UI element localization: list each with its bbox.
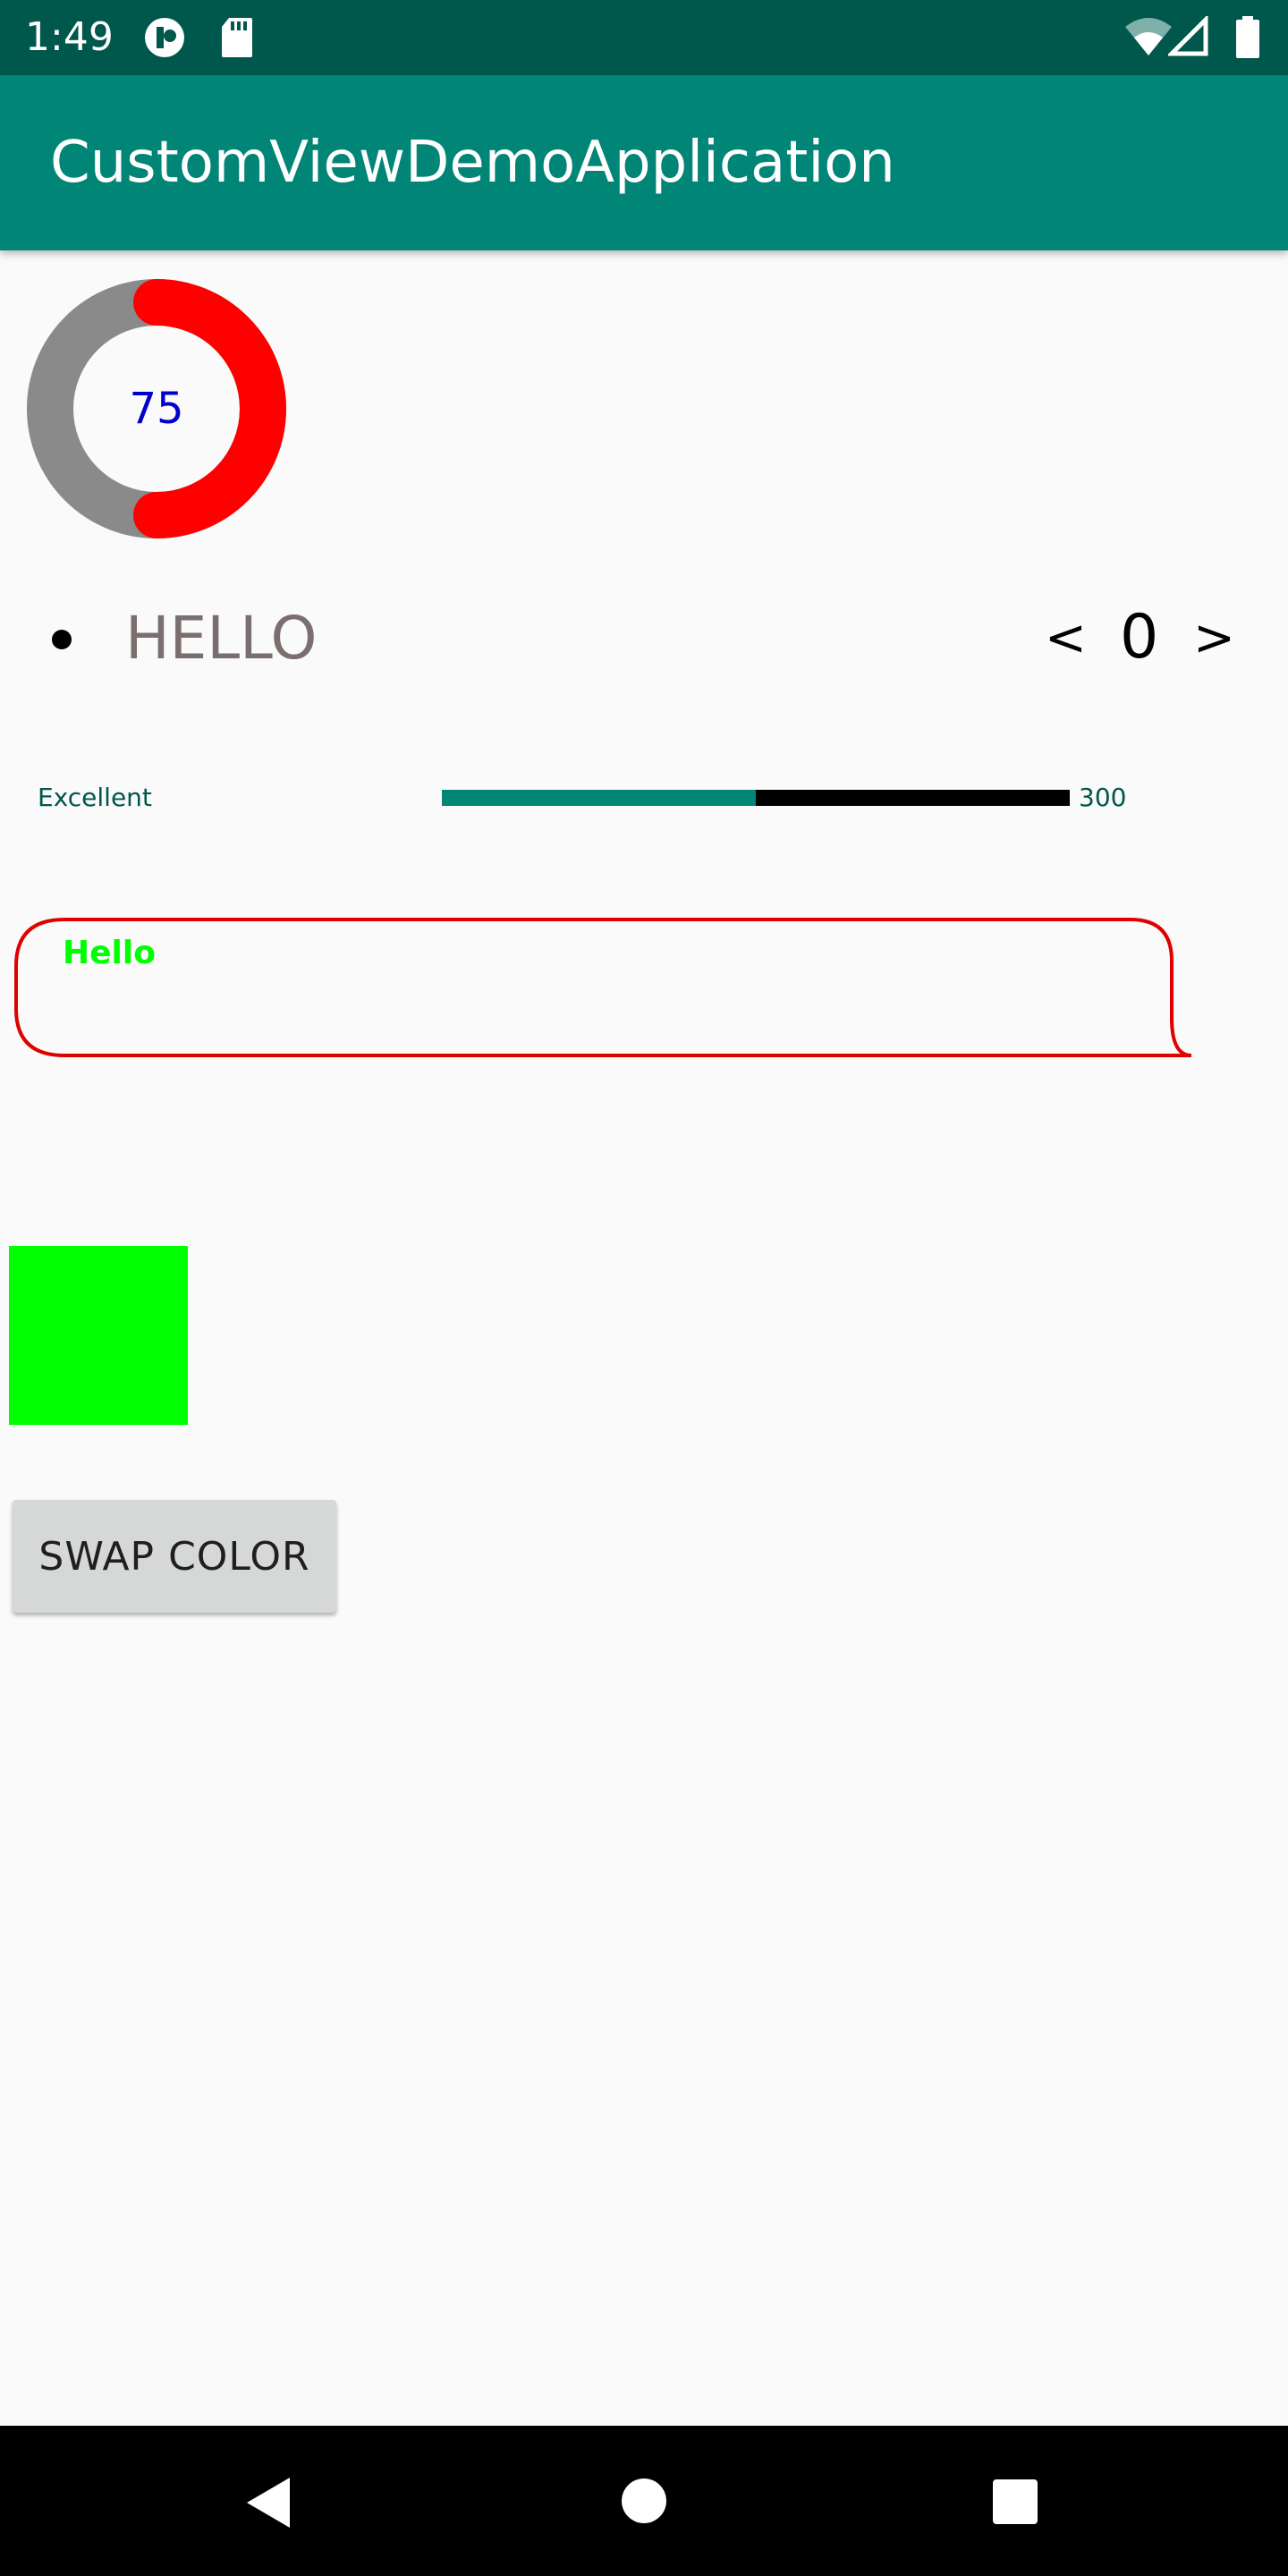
app-screen: 1:49 CustomViewDemoApplication 75 HELLO … xyxy=(0,0,1288,2576)
app-bar: CustomViewDemoApplication xyxy=(0,75,1288,250)
speech-bubble xyxy=(14,918,1192,1057)
cell-signal-icon xyxy=(1165,13,1209,61)
sd-card-icon xyxy=(220,16,254,63)
rating-label: Excellent xyxy=(38,783,152,812)
rating-bar xyxy=(442,790,1070,806)
color-square xyxy=(9,1246,188,1425)
rating-bar-fill xyxy=(442,790,756,806)
navigation-bar xyxy=(0,2426,1288,2576)
home-icon[interactable] xyxy=(621,2478,667,2528)
bullet-icon xyxy=(52,630,72,649)
stepper-prev-button[interactable]: < xyxy=(1045,601,1087,676)
stepper-value: 0 xyxy=(1120,602,1159,673)
app-title: CustomViewDemoApplication xyxy=(50,130,895,196)
status-bar: 1:49 xyxy=(0,0,1288,75)
hello-label: HELLO xyxy=(125,604,318,673)
bubble-text: Hello xyxy=(63,935,156,971)
donut-value: 75 xyxy=(129,384,184,434)
wifi-icon xyxy=(1123,16,1174,61)
rating-max-label: 300 xyxy=(1079,783,1127,812)
battery-icon xyxy=(1234,16,1261,63)
recents-icon[interactable] xyxy=(993,2479,1038,2528)
back-icon[interactable] xyxy=(243,2476,293,2533)
notification-app-icon xyxy=(143,16,186,63)
swap-color-button[interactable]: SWAP COLOR xyxy=(13,1500,336,1613)
stepper-next-button[interactable]: > xyxy=(1193,601,1235,676)
status-time: 1:49 xyxy=(25,14,114,60)
